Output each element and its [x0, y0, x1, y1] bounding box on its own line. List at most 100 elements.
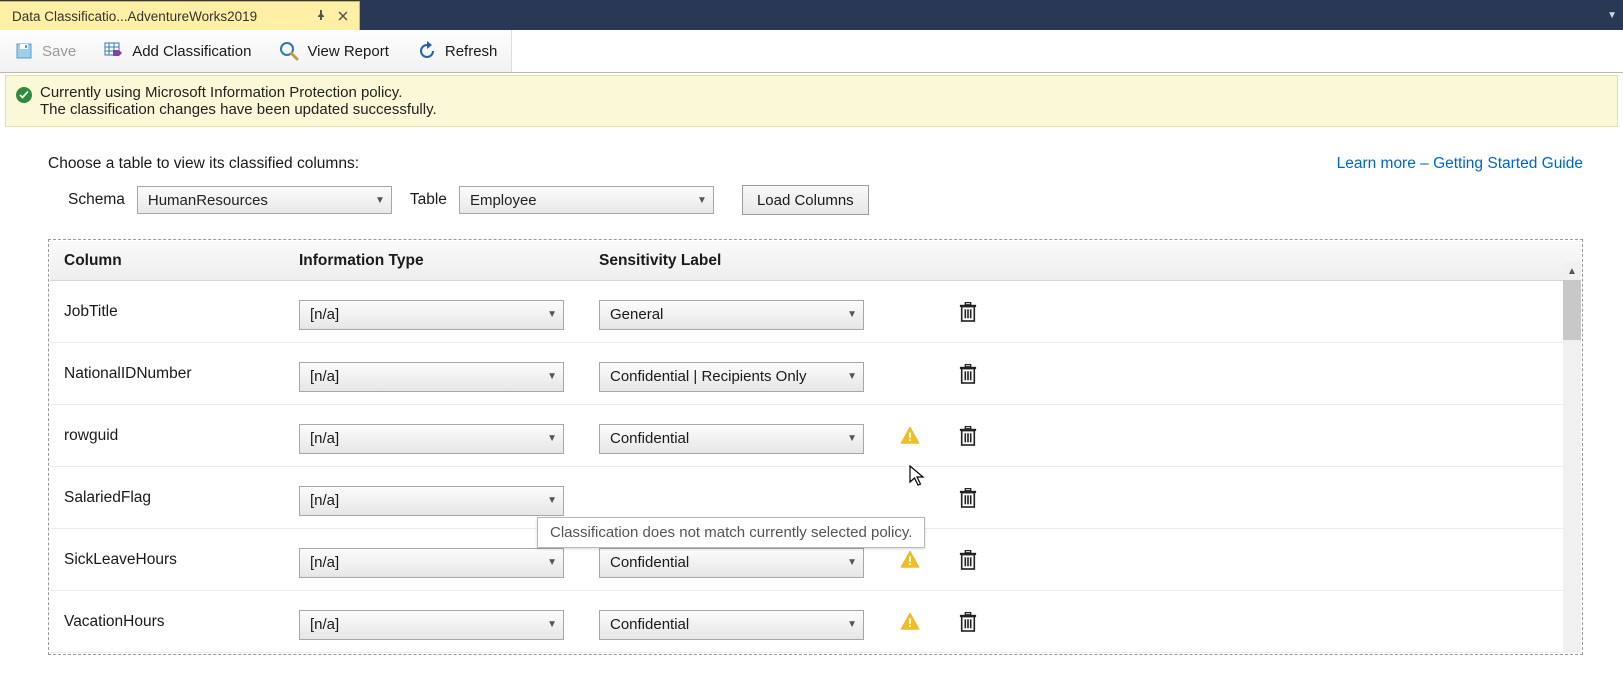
learn-more-link[interactable]: Learn more – Getting Started Guide: [1337, 155, 1583, 173]
chevron-down-icon: ▼: [847, 619, 857, 630]
info-type-value: [n/a]: [310, 554, 547, 571]
schema-label: Schema: [68, 191, 125, 209]
warning-icon[interactable]: [899, 425, 959, 447]
sensitivity-value: Confidential | Recipients Only: [610, 368, 847, 385]
sensitivity-dropdown[interactable]: General▼: [599, 300, 864, 330]
table-value: Employee: [470, 192, 689, 209]
load-columns-button[interactable]: Load Columns: [742, 185, 869, 215]
schema-dropdown[interactable]: HumanResources ▼: [137, 186, 392, 214]
table-dropdown[interactable]: Employee ▼: [459, 186, 714, 214]
info-type-dropdown[interactable]: [n/a]▼: [299, 548, 564, 578]
titlebar-menu-icon[interactable]: ▼: [1607, 0, 1617, 30]
load-columns-label: Load Columns: [757, 192, 854, 209]
column-name: JobTitle: [64, 303, 299, 321]
info-type-dropdown[interactable]: [n/a]▼: [299, 486, 564, 516]
info-type-dropdown[interactable]: [n/a]▼: [299, 424, 564, 454]
schema-row: Schema HumanResources ▼ Table Employee ▼…: [48, 185, 1583, 215]
column-name: SickLeaveHours: [64, 551, 299, 569]
column-name: rowguid: [64, 427, 299, 445]
tab-title: Data Classificatio...AdventureWorks2019: [12, 9, 307, 24]
content: Choose a table to view its classified co…: [0, 127, 1623, 655]
sensitivity-dropdown[interactable]: Confidential | Recipients Only▼: [599, 362, 864, 392]
delete-icon[interactable]: [959, 364, 1019, 384]
info-type-value: [n/a]: [310, 492, 547, 509]
chevron-down-icon: ▼: [847, 433, 857, 444]
view-report-button[interactable]: View Report: [265, 30, 402, 72]
document-tab[interactable]: Data Classificatio...AdventureWorks2019: [0, 1, 360, 30]
sensitivity-value: Confidential: [610, 554, 847, 571]
prompt-row: Choose a table to view its classified co…: [48, 155, 1583, 173]
success-check-icon: [16, 87, 32, 103]
grid-header: Column Information Type Sensitivity Labe…: [50, 241, 1581, 281]
column-name: SalariedFlag: [64, 489, 299, 507]
add-classification-label: Add Classification: [132, 43, 251, 60]
classification-grid: Column Information Type Sensitivity Labe…: [48, 239, 1583, 655]
warning-tooltip: Classification does not match currently …: [537, 517, 925, 548]
sensitivity-value: General: [610, 306, 847, 323]
info-type-value: [n/a]: [310, 430, 547, 447]
column-name: NationalIDNumber: [64, 365, 299, 383]
refresh-label: Refresh: [445, 43, 498, 60]
scroll-up-arrow[interactable]: ▲: [1563, 262, 1581, 280]
column-name: VacationHours: [64, 613, 299, 631]
info-type-dropdown[interactable]: [n/a]▼: [299, 610, 564, 640]
info-type-value: [n/a]: [310, 368, 547, 385]
delete-icon[interactable]: [959, 550, 1019, 570]
header-column: Column: [64, 252, 299, 270]
chevron-down-icon: ▼: [697, 195, 707, 206]
save-button[interactable]: Save: [0, 30, 90, 72]
info-type-dropdown[interactable]: [n/a]▼: [299, 300, 564, 330]
warning-icon[interactable]: [899, 549, 959, 571]
info-type-value: [n/a]: [310, 616, 547, 633]
header-sensitivity: Sensitivity Label: [599, 252, 899, 270]
refresh-button[interactable]: Refresh: [403, 30, 512, 72]
sensitivity-dropdown[interactable]: Confidential▼: [599, 424, 864, 454]
chevron-down-icon: ▼: [847, 557, 857, 568]
delete-icon[interactable]: [959, 488, 1019, 508]
table-row: NationalIDNumber[n/a]▼Confidential | Rec…: [50, 343, 1581, 405]
sensitivity-value: Confidential: [610, 616, 847, 633]
chevron-down-icon: ▼: [547, 309, 557, 320]
info-type-dropdown[interactable]: [n/a]▼: [299, 362, 564, 392]
grid-tag-icon: [104, 41, 124, 61]
prompt-text: Choose a table to view its classified co…: [48, 155, 359, 173]
sensitivity-dropdown[interactable]: Confidential▼: [599, 548, 864, 578]
chevron-down-icon: ▼: [847, 371, 857, 382]
delete-icon[interactable]: [959, 426, 1019, 446]
chevron-down-icon: ▼: [547, 557, 557, 568]
pin-icon[interactable]: [313, 9, 329, 24]
header-info-type: Information Type: [299, 252, 599, 270]
magnifier-icon: [279, 41, 299, 61]
chevron-down-icon: ▼: [547, 371, 557, 382]
schema-value: HumanResources: [148, 192, 367, 209]
save-label: Save: [42, 43, 76, 60]
toolbar: Save Add Classification View Report Refr…: [0, 30, 512, 72]
delete-icon[interactable]: [959, 612, 1019, 632]
grid-body: JobTitle[n/a]▼General▼NationalIDNumber[n…: [50, 281, 1581, 653]
table-row: VacationHours[n/a]▼Confidential▼: [50, 591, 1581, 653]
warning-icon[interactable]: [899, 611, 959, 633]
save-icon: [14, 41, 34, 61]
sensitivity-dropdown[interactable]: Confidential▼: [599, 610, 864, 640]
view-report-label: View Report: [307, 43, 388, 60]
sensitivity-value: Confidential: [610, 430, 847, 447]
info-banner: Currently using Microsoft Information Pr…: [5, 75, 1618, 127]
table-label: Table: [410, 191, 447, 209]
info-type-value: [n/a]: [310, 306, 547, 323]
chevron-down-icon: ▼: [547, 433, 557, 444]
table-row: JobTitle[n/a]▼General▼: [50, 281, 1581, 343]
banner-line2: The classification changes have been upd…: [40, 101, 437, 118]
chevron-down-icon: ▼: [847, 309, 857, 320]
delete-icon[interactable]: [959, 302, 1019, 322]
toolbar-wrap: Save Add Classification View Report Refr…: [0, 30, 1623, 73]
refresh-icon: [417, 41, 437, 61]
chevron-down-icon: ▼: [547, 495, 557, 506]
banner-line1: Currently using Microsoft Information Pr…: [40, 84, 437, 101]
vertical-scrollbar[interactable]: ▲: [1563, 280, 1581, 653]
chevron-down-icon: ▼: [547, 619, 557, 630]
close-icon[interactable]: [335, 9, 351, 24]
title-bar: Data Classificatio...AdventureWorks2019 …: [0, 0, 1623, 30]
add-classification-button[interactable]: Add Classification: [90, 30, 265, 72]
banner-text: Currently using Microsoft Information Pr…: [40, 84, 437, 118]
table-row: rowguid[n/a]▼Confidential▼: [50, 405, 1581, 467]
